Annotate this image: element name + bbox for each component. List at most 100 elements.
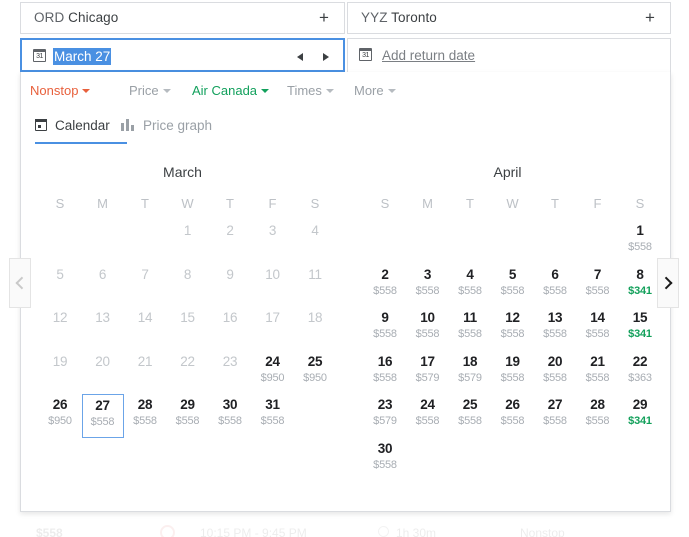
day-price: $558 <box>500 371 525 384</box>
calendar-day[interactable]: 4 $558 <box>449 264 491 308</box>
weekday-header: T <box>551 196 559 211</box>
day-number: 14 <box>590 310 605 325</box>
weekday-header: S <box>310 196 320 211</box>
day-price: $558 <box>585 284 610 297</box>
day-number: 22 <box>180 353 195 369</box>
day-price: $558 <box>373 284 397 297</box>
day-price: $558 <box>175 415 200 427</box>
next-day-button[interactable] <box>321 51 332 63</box>
chevron-left-icon <box>15 276 29 290</box>
calendar-day[interactable]: 20 $558 <box>534 351 576 395</box>
add-destination-button[interactable]: + <box>641 9 659 27</box>
tab-label: Calendar <box>55 118 110 133</box>
previous-day-button[interactable] <box>295 51 306 63</box>
calendar-day[interactable]: 1 $558 <box>619 220 661 264</box>
calendar-day[interactable]: 12 $558 <box>492 307 534 351</box>
day-price: $558 <box>373 458 397 471</box>
day-price: $558 <box>415 415 440 427</box>
add-return-date-link[interactable]: Add return date <box>382 48 475 63</box>
calendar-day[interactable]: 2 $558 <box>364 264 406 308</box>
destination-city: Toronto <box>391 10 437 25</box>
calendar-day[interactable]: 18 $579 <box>449 351 491 395</box>
day-number: 26 <box>505 397 520 412</box>
day-number: 18 <box>307 310 323 325</box>
calendar-day[interactable]: 7 $558 <box>577 264 619 308</box>
calendar-day[interactable]: 16 $558 <box>364 351 406 395</box>
calendar-day[interactable]: 24 $558 <box>407 394 449 438</box>
day-price: $558 <box>543 371 567 384</box>
day-number: 7 <box>593 266 602 282</box>
filter-nonstop[interactable]: Nonstop <box>30 83 91 98</box>
day-number: 21 <box>137 353 153 369</box>
add-origin-button[interactable]: + <box>315 9 333 27</box>
depart-date-field[interactable]: 31 March 27 <box>20 38 345 72</box>
filter-times[interactable]: Times <box>287 83 334 98</box>
calendar-day[interactable]: 23 $579 <box>364 394 406 438</box>
filter-price[interactable]: Price <box>129 83 171 98</box>
filter-air-canada[interactable]: Air Canada <box>192 83 270 98</box>
chevron-down-icon <box>82 88 91 93</box>
calendar-icon-day: 31 <box>36 52 43 60</box>
calendar-day: 17 <box>252 307 294 351</box>
day-price: $363 <box>628 371 652 384</box>
day-number: 9 <box>226 266 234 282</box>
day-price: $558 <box>373 371 397 384</box>
day-price: $558 <box>500 284 525 297</box>
calendar-day[interactable]: 29 $341 <box>619 394 661 438</box>
calendar-day[interactable]: 11 $558 <box>449 307 491 351</box>
calendar-day[interactable]: 8 $341 <box>619 264 661 308</box>
filter-label: Nonstop <box>30 83 79 98</box>
calendar-day[interactable]: 5 $558 <box>492 264 534 308</box>
day-number: 5 <box>508 266 517 282</box>
calendar-day[interactable]: 29 $558 <box>167 394 209 438</box>
weekday-header: W <box>181 196 194 211</box>
day-price: $558 <box>500 415 525 427</box>
tab-price-graph[interactable]: Price graph <box>121 112 239 144</box>
day-number: 2 <box>381 266 389 282</box>
calendar-day: 18 <box>294 307 336 351</box>
calendar-day[interactable]: 9 $558 <box>364 307 406 351</box>
calendar-day[interactable]: 24 $950 <box>252 351 294 395</box>
calendar-day[interactable]: 21 $558 <box>577 351 619 395</box>
calendar-day[interactable]: 26 $950 <box>39 394 81 438</box>
day-number: 25 <box>307 353 323 369</box>
day-price: $558 <box>458 328 482 340</box>
calendar-day[interactable]: 14 $558 <box>577 307 619 351</box>
day-price: $558 <box>458 284 482 297</box>
next-month-button[interactable] <box>657 258 679 308</box>
day-number: 11 <box>463 310 477 325</box>
origin-field[interactable]: ORD Chicago + <box>20 2 345 34</box>
calendar-day[interactable]: 25 $950 <box>294 351 336 395</box>
filter-more[interactable]: More <box>354 83 396 98</box>
chevron-down-icon <box>325 88 334 93</box>
calendar-day: 23 <box>209 351 251 395</box>
calendar-day: 3 <box>252 220 294 264</box>
background-result-price: $558 <box>36 526 63 537</box>
calendar-day[interactable]: 17 $579 <box>407 351 449 395</box>
tab-calendar[interactable]: Calendar <box>34 112 127 144</box>
destination-field[interactable]: YYZ Toronto + <box>347 2 671 34</box>
calendar-day[interactable]: 19 $558 <box>492 351 534 395</box>
calendar-day[interactable]: 3 $558 <box>407 264 449 308</box>
day-number: 20 <box>547 353 563 369</box>
calendar-day[interactable]: 28 $558 <box>124 394 166 438</box>
calendar-day[interactable]: 28 $558 <box>577 394 619 438</box>
calendar-day[interactable]: 27 $558 <box>81 394 124 438</box>
return-date-field[interactable]: 31 Add return date <box>347 38 671 72</box>
calendar-day[interactable]: 22 $363 <box>619 351 661 395</box>
day-price: $950 <box>303 371 327 384</box>
calendar-day[interactable]: 25 $558 <box>449 394 491 438</box>
weekday-header-row: SMTWTFS <box>23 196 342 214</box>
calendar-day[interactable]: 30 $558 <box>209 394 251 438</box>
calendar-day[interactable]: 6 $558 <box>534 264 576 308</box>
calendar-day[interactable]: 30 $558 <box>364 438 406 482</box>
calendar-day[interactable]: 10 $558 <box>407 307 449 351</box>
calendar-day[interactable]: 27 $558 <box>534 394 576 438</box>
calendar-day[interactable]: 13 $558 <box>534 307 576 351</box>
depart-date-input[interactable]: March 27 <box>53 48 112 65</box>
calendar-day[interactable]: 26 $558 <box>492 394 534 438</box>
calendar-day[interactable]: 31 $558 <box>252 394 294 438</box>
calendar-day[interactable]: 15 $341 <box>619 307 661 351</box>
weekday-header: F <box>593 196 602 211</box>
previous-month-button[interactable] <box>9 258 31 308</box>
